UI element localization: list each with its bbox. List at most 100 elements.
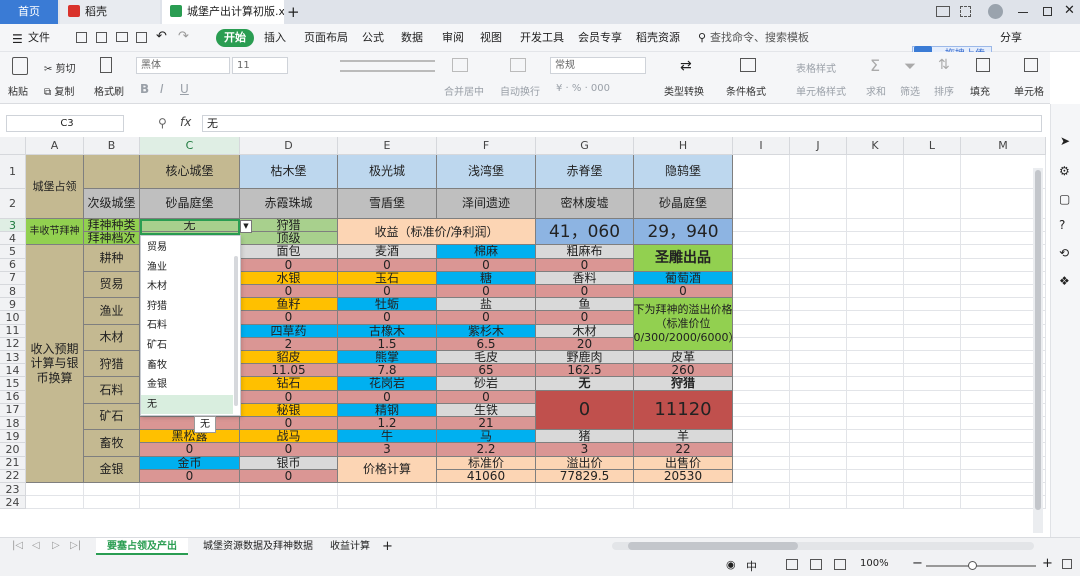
grid-cell[interactable] bbox=[338, 483, 437, 497]
grid-cell[interactable] bbox=[904, 298, 961, 312]
cell-b13[interactable]: 狩猎 bbox=[84, 351, 140, 378]
col-header-d[interactable]: D bbox=[240, 137, 338, 155]
col-header-g[interactable]: G bbox=[536, 137, 634, 155]
convert-icon[interactable]: ⇄ bbox=[680, 58, 692, 74]
cell-h8[interactable]: 0 bbox=[634, 285, 733, 299]
row-header-1[interactable]: 1 bbox=[0, 155, 26, 189]
cell-c20[interactable]: 0 bbox=[140, 443, 240, 457]
cell-g13[interactable]: 野鹿肉 bbox=[536, 351, 634, 365]
filter-button[interactable]: 筛选 bbox=[900, 83, 920, 98]
filter-icon[interactable]: ⏷ bbox=[904, 57, 916, 75]
cell-d11[interactable]: 四草药 bbox=[240, 324, 338, 338]
next-sheet-icon[interactable]: ▷ bbox=[52, 540, 60, 551]
grid-cell[interactable] bbox=[733, 483, 790, 497]
sum-icon[interactable]: Σ bbox=[870, 56, 880, 75]
cell-f7[interactable]: 糖 bbox=[437, 271, 536, 285]
cell-d13[interactable]: 貂皮 bbox=[240, 351, 338, 365]
cell-b7[interactable]: 贸易 bbox=[84, 271, 140, 299]
row-header-21[interactable]: 21 bbox=[0, 456, 26, 470]
grid-cell[interactable] bbox=[790, 258, 847, 272]
grid-cell[interactable] bbox=[904, 377, 961, 391]
underline-button[interactable]: U bbox=[180, 82, 189, 96]
cell-e14[interactable]: 7.8 bbox=[338, 364, 437, 378]
grid-cell[interactable] bbox=[733, 364, 790, 378]
cell-button[interactable]: 单元格 bbox=[1014, 83, 1044, 98]
bold-button[interactable]: B bbox=[140, 82, 149, 96]
menu-insert[interactable]: 插入 bbox=[264, 29, 286, 47]
cell-c19[interactable]: 黑松露 bbox=[140, 430, 240, 444]
cell-d20[interactable]: 0 bbox=[240, 443, 338, 457]
menu-layout[interactable]: 页面布局 bbox=[304, 29, 348, 47]
zoom-slider[interactable] bbox=[926, 565, 1036, 567]
cell-e10[interactable]: 0 bbox=[338, 311, 437, 325]
cell-g10[interactable]: 0 bbox=[536, 311, 634, 325]
zoom-out-button[interactable]: − bbox=[912, 556, 923, 571]
cell-f18[interactable]: 21 bbox=[437, 417, 536, 431]
grid-cell[interactable] bbox=[140, 496, 240, 510]
grid-cell[interactable] bbox=[847, 298, 904, 312]
col-header-i[interactable]: I bbox=[733, 137, 790, 155]
row-header-23[interactable]: 23 bbox=[0, 483, 26, 497]
help-icon[interactable]: ? bbox=[1059, 218, 1065, 232]
number-symbols[interactable]: ¥ · % · 000 bbox=[556, 83, 610, 94]
row-header-15[interactable]: 15 bbox=[0, 377, 26, 391]
dropdown-option[interactable]: 无 bbox=[141, 394, 233, 414]
cell-e1[interactable]: 极光城 bbox=[338, 155, 437, 189]
cell-d17[interactable]: 秘银 bbox=[240, 403, 338, 417]
page-view-icon[interactable] bbox=[810, 559, 822, 570]
grid-cell[interactable] bbox=[790, 337, 847, 351]
row-header-18[interactable]: 18 bbox=[0, 417, 26, 431]
grid-cell[interactable] bbox=[904, 232, 961, 246]
cell-e19[interactable]: 牛 bbox=[338, 430, 437, 444]
dropdown-option[interactable]: 畜牧 bbox=[141, 356, 233, 375]
cell-c18[interactable] bbox=[140, 417, 240, 431]
font-size-select[interactable]: 11 bbox=[232, 57, 288, 74]
cell-f10[interactable]: 0 bbox=[437, 311, 536, 325]
grid-cell[interactable] bbox=[140, 483, 240, 497]
cell-d8[interactable]: 0 bbox=[240, 285, 338, 299]
col-header-e[interactable]: E bbox=[338, 137, 437, 155]
horizontal-scroll-thumb[interactable] bbox=[628, 542, 798, 550]
cell-f15[interactable]: 砂岩 bbox=[437, 377, 536, 391]
name-box[interactable]: C3 bbox=[6, 115, 124, 132]
print-icon[interactable] bbox=[116, 32, 128, 42]
cell-g9[interactable]: 鱼 bbox=[536, 298, 634, 312]
grid-cell[interactable] bbox=[733, 232, 790, 246]
dropdown-option[interactable]: 金银 bbox=[141, 375, 233, 394]
cell-d2[interactable]: 赤霞珠城 bbox=[240, 189, 338, 219]
restore-icon[interactable] bbox=[1043, 7, 1052, 16]
cell-style-button[interactable]: 单元格样式 bbox=[796, 83, 846, 98]
formula-input[interactable]: 无 bbox=[202, 115, 1042, 132]
grid-cell[interactable] bbox=[733, 189, 790, 219]
grid-cell[interactable] bbox=[790, 364, 847, 378]
row-header-10[interactable]: 10 bbox=[0, 311, 26, 325]
cell-h16[interactable]: 11120 bbox=[634, 390, 733, 431]
merge-icon[interactable] bbox=[452, 58, 468, 72]
backup-icon[interactable]: ⟲ bbox=[1059, 246, 1069, 260]
grid-cell[interactable] bbox=[733, 443, 790, 457]
cell-d5[interactable]: 面包 bbox=[240, 245, 338, 259]
grid-cell[interactable] bbox=[536, 483, 634, 497]
cell-d6[interactable]: 0 bbox=[240, 258, 338, 272]
grid-cell[interactable] bbox=[733, 390, 790, 404]
grid-cell[interactable] bbox=[847, 311, 904, 325]
cell-e5[interactable]: 麦酒 bbox=[338, 245, 437, 259]
grid-cell[interactable] bbox=[733, 285, 790, 299]
cell-c3[interactable]: 无 bbox=[140, 219, 240, 233]
apps-icon[interactable]: ❖ bbox=[1059, 274, 1070, 288]
grid-cell[interactable] bbox=[536, 496, 634, 510]
row-header-2[interactable]: 2 bbox=[0, 189, 26, 219]
cell-e8[interactable]: 0 bbox=[338, 285, 437, 299]
menu-review[interactable]: 审阅 bbox=[442, 29, 464, 47]
cell-b3[interactable]: 拜神种类 bbox=[84, 219, 140, 233]
grid-cell[interactable] bbox=[904, 285, 961, 299]
redo-icon[interactable]: ↷ bbox=[178, 29, 189, 44]
reading-view-icon[interactable] bbox=[834, 559, 846, 570]
row-header-14[interactable]: 14 bbox=[0, 364, 26, 378]
cell-b5[interactable]: 耕种 bbox=[84, 245, 140, 272]
grid-cell[interactable] bbox=[847, 155, 904, 189]
col-header-m[interactable]: M bbox=[961, 137, 1046, 155]
grid-cell[interactable] bbox=[790, 469, 847, 483]
cell-h3[interactable]: 29，940 bbox=[634, 219, 733, 246]
grid-cell[interactable] bbox=[847, 258, 904, 272]
